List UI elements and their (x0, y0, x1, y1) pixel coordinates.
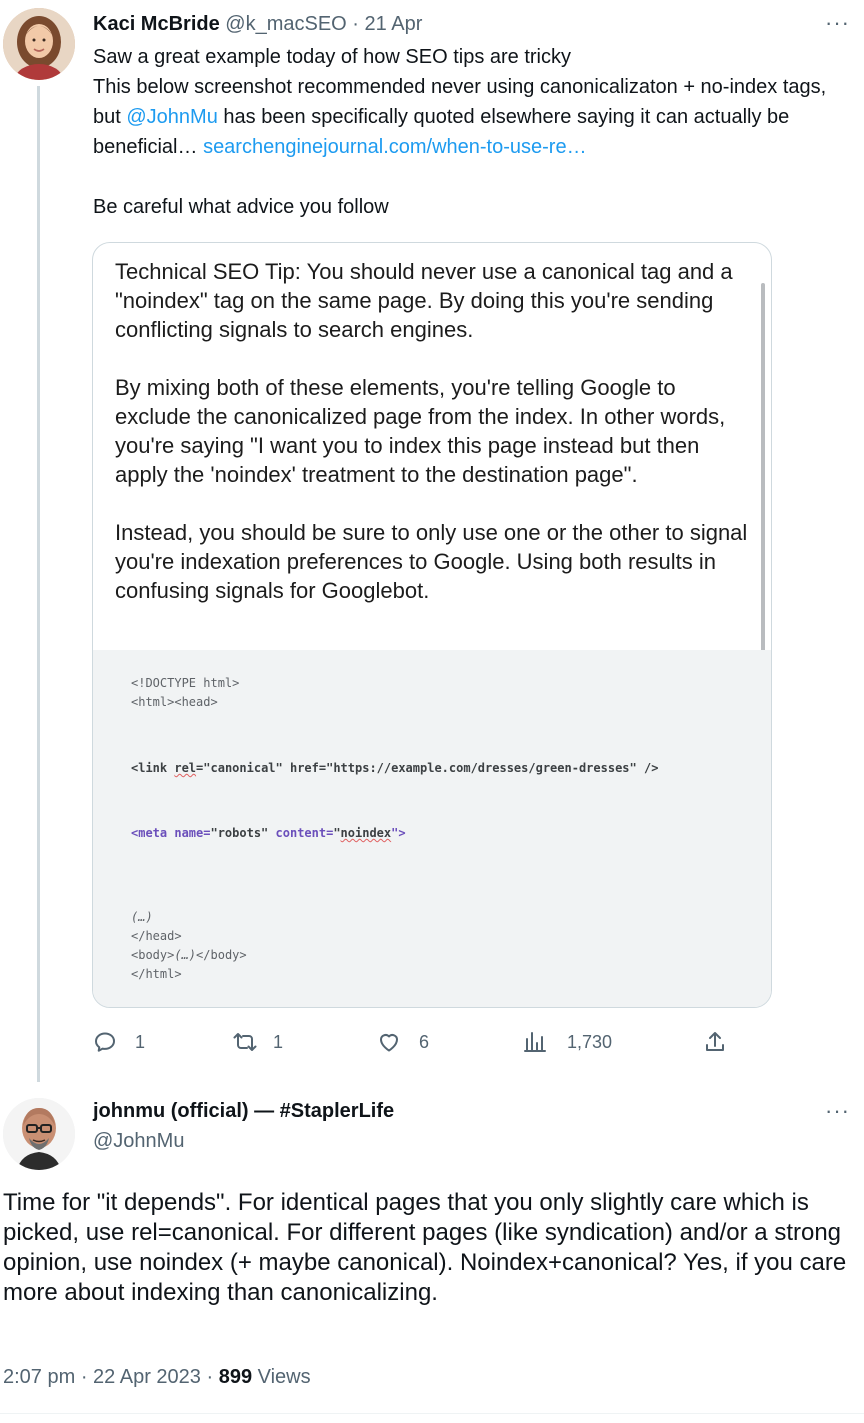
mention-link[interactable]: @JohnMu (126, 106, 217, 128)
retweet-button[interactable]: 1 (233, 1026, 283, 1058)
code-meta-name-val: "robots" (210, 826, 276, 840)
author-name[interactable]: johnmu (official) — #StaplerLife (93, 1098, 394, 1124)
tweet-text: Saw a great example today of how SEO tip… (93, 42, 853, 222)
retweet-count: 1 (273, 1031, 284, 1052)
code-meta-line: <meta name="robots" content="noindex"> (131, 825, 406, 841)
divider (0, 1413, 864, 1414)
code-body-ellipsis: (…) (174, 948, 197, 962)
share-button[interactable] (703, 1026, 727, 1058)
image-paragraph-2: By mixing both of these elements, you're… (115, 375, 726, 487)
more-icon[interactable]: ··· (825, 10, 850, 36)
avatar-johnmu-icon (3, 1098, 75, 1170)
code-link-rest: ="canonical" href="https://example.com/d… (196, 761, 659, 775)
analytics-icon (524, 1032, 546, 1052)
code-meta-content-val: noindex (340, 826, 392, 840)
separator: · (75, 1366, 94, 1388)
code-link-line: <link rel="canonical" href="https://exam… (131, 760, 658, 776)
more-icon[interactable]: ··· (825, 1098, 850, 1124)
views-button[interactable]: 1,730 (523, 1026, 612, 1058)
code-body-line: <body>(…)</body> (131, 947, 247, 963)
like-button[interactable]: 6 (377, 1026, 429, 1058)
heart-icon (380, 1034, 398, 1052)
views-label: Views (252, 1366, 311, 1388)
tweet-line-2: This below screenshot recommended never … (93, 72, 853, 162)
tweet-line-1: Saw a great example today of how SEO tip… (93, 46, 571, 68)
tweet-date[interactable]: 22 Apr 2023 (93, 1366, 201, 1388)
reply-count: 1 (135, 1031, 146, 1052)
tweet-actions: 1 1 6 1,730 (93, 1026, 743, 1058)
code-html-head: <html><head> (131, 695, 218, 709)
code-meta-content-close: "> (391, 826, 406, 840)
code-meta-content: content= (275, 826, 334, 840)
tweet-text: Time for "it depends". For identical pag… (3, 1189, 847, 1306)
author-name[interactable]: Kaci McBride (93, 13, 220, 35)
share-icon (706, 1032, 724, 1051)
reply-icon (95, 1032, 115, 1052)
separator: · (352, 13, 359, 35)
tweet-header: Kaci McBride @k_macSEO · 21 Apr (93, 11, 422, 37)
author-handle[interactable]: @JohnMu (93, 1128, 184, 1154)
code-body-open: <body> (131, 948, 175, 962)
code-meta-name: name= (174, 826, 211, 840)
avatar[interactable] (3, 1098, 75, 1170)
external-link[interactable]: searchenginejournal.com/when-to-use-re… (203, 136, 587, 158)
image-paragraph-3: Instead, you should be sure to only use … (115, 520, 748, 603)
image-text: Technical SEO Tip: You should never use … (115, 257, 755, 605)
views-count: 899 (218, 1366, 253, 1388)
views-count: 1,730 (567, 1031, 613, 1052)
code-block: <!DOCTYPE html> <html><head> <link rel="… (93, 650, 771, 1007)
code-meta-tag: <meta (131, 826, 175, 840)
code-body-close: </body> (196, 948, 247, 962)
tweet-time[interactable]: 2:07 pm (3, 1366, 75, 1388)
retweet-icon (233, 1033, 257, 1051)
code-link-open: <link (131, 761, 175, 775)
code-ellipsis: (…) (131, 910, 153, 924)
like-count: 6 (419, 1031, 430, 1052)
tweet-date[interactable]: 21 Apr (365, 13, 423, 35)
separator: · (200, 1366, 219, 1388)
author-handle[interactable]: @k_macSEO (225, 13, 346, 35)
code-link-rel: rel (174, 761, 197, 775)
code-doctype: <!DOCTYPE html> (131, 676, 240, 690)
code-meta-content-open: " (333, 826, 341, 840)
code-head-close: </head> (131, 929, 182, 943)
reply-button[interactable]: 1 (93, 1026, 145, 1058)
code-html-close: </html> (131, 967, 182, 981)
avatar[interactable] (3, 8, 75, 80)
attached-image[interactable]: Technical SEO Tip: You should never use … (92, 242, 772, 1008)
avatar-kaci-icon (3, 8, 75, 80)
tweet-line-3: Be careful what advice you follow (93, 196, 389, 218)
tweet-meta: 2:07 pm · 22 Apr 2023 · 899 Views (3, 1364, 311, 1390)
image-paragraph-1: Technical SEO Tip: You should never use … (115, 259, 733, 342)
thread-line (37, 86, 40, 1082)
